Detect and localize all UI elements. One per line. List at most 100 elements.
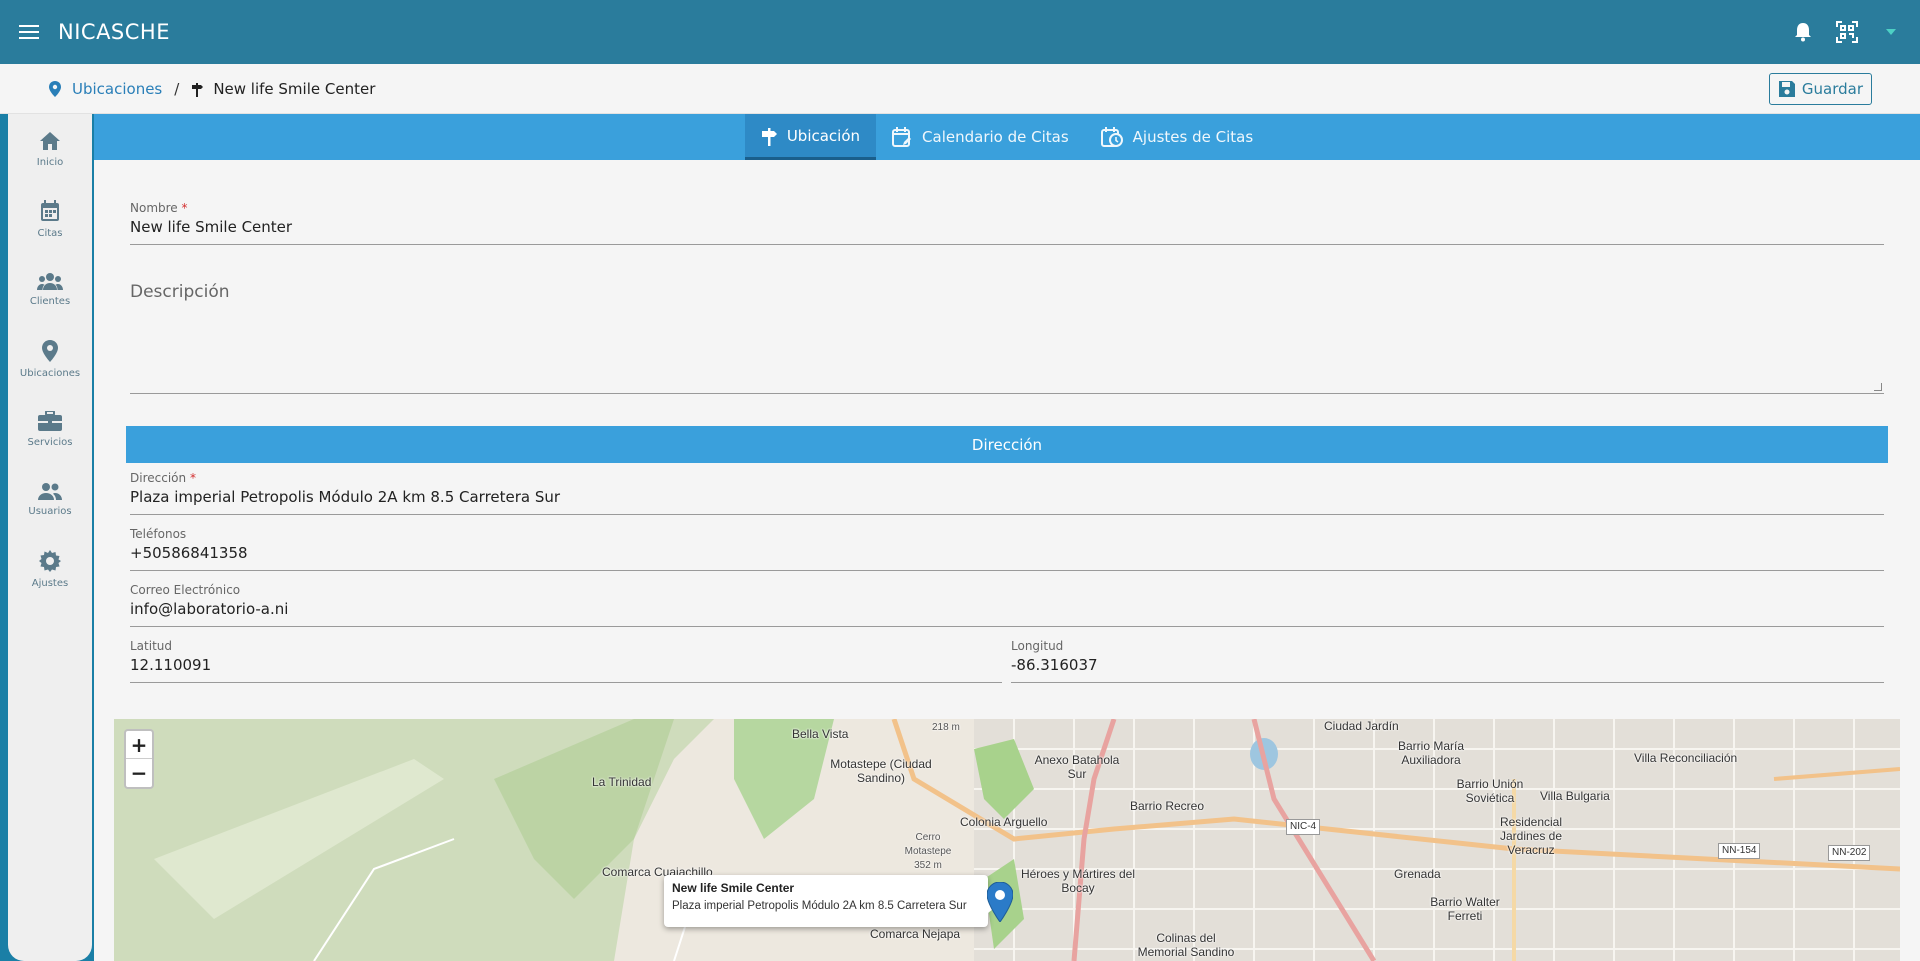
map-label: Héroes y Mártires del Bocay xyxy=(1020,867,1136,895)
breadcrumb-ubicaciones-link[interactable]: Ubicaciones xyxy=(48,80,162,98)
breadcrumb-parent-label: Ubicaciones xyxy=(72,79,163,98)
map-label: Barrio Walter Ferreti xyxy=(1430,895,1500,923)
sidebar-item-servicios[interactable]: Servicios xyxy=(8,394,92,464)
email-field-label: Correo Electrónico xyxy=(130,583,241,597)
tab-calendario-de-citas[interactable]: Calendario de Citas xyxy=(876,114,1085,160)
sidebar-item-label: Servicios xyxy=(27,436,73,448)
longitude-input[interactable]: -86.316037 xyxy=(1011,656,1884,674)
home-icon xyxy=(40,131,60,150)
name-input[interactable]: New life Smile Center xyxy=(130,218,1884,236)
sidebar-item-label: Ajustes xyxy=(31,577,69,589)
name-field[interactable]: Nombre * New life Smile Center xyxy=(130,201,1884,245)
phones-input[interactable]: +50586841358 xyxy=(130,544,1884,562)
tab-ajustes-de-citas[interactable]: Ajustes de Citas xyxy=(1085,114,1270,160)
breadcrumb-separator: / xyxy=(174,79,180,98)
email-input[interactable]: info@laboratorio-a.ni xyxy=(130,600,1884,618)
resize-handle-icon[interactable] xyxy=(1874,383,1882,391)
map-marker-pin-icon[interactable] xyxy=(986,881,1014,926)
map-label: Villa Reconciliación xyxy=(1634,751,1738,765)
sidebar-item-label: Clientes xyxy=(29,295,71,307)
users-icon xyxy=(38,482,62,500)
sidebar-item-label: Inicio xyxy=(36,156,64,168)
phones-field[interactable]: Teléfonos +50586841358 xyxy=(130,527,1884,571)
sidebar-item-label: Citas xyxy=(37,227,63,239)
briefcase-icon xyxy=(38,410,62,431)
breadcrumb-current-label: New life Smile Center xyxy=(213,79,376,98)
map-marker-popup: New life Smile Center Plaza imperial Pet… xyxy=(664,875,988,927)
required-mark: * xyxy=(181,201,188,215)
calendar-edit-icon xyxy=(892,127,912,147)
address-section-header: Dirección xyxy=(126,426,1888,463)
sidebar-item-inicio[interactable]: Inicio xyxy=(8,114,92,184)
tab-label: Ubicación xyxy=(786,126,861,145)
tab-label: Ajustes de Citas xyxy=(1132,128,1254,146)
email-field[interactable]: Correo Electrónico info@laboratorio-a.ni xyxy=(130,583,1884,627)
tab-ubicacion[interactable]: Ubicación xyxy=(744,114,877,160)
tab-label: Calendario de Citas xyxy=(922,128,1069,146)
gear-icon xyxy=(39,549,61,572)
save-button[interactable]: Guardar xyxy=(1768,73,1872,105)
top-app-bar: NICASCHE xyxy=(0,0,1920,64)
map-zoom-control: + − xyxy=(124,729,154,789)
notifications-bell-icon[interactable] xyxy=(1788,17,1818,47)
qr-code-icon[interactable] xyxy=(1832,17,1862,47)
road-shield: NIC-4 xyxy=(1286,819,1321,835)
address-input[interactable]: Plaza imperial Petropolis Módulo 2A km 8… xyxy=(130,488,1884,506)
signpost-icon xyxy=(761,127,777,146)
latitude-field[interactable]: Latitud 12.110091 xyxy=(130,639,1002,683)
address-label-text: Dirección xyxy=(130,471,187,485)
latitude-field-label: Latitud xyxy=(130,639,173,653)
sidebar-item-ajustes[interactable]: Ajustes xyxy=(8,534,92,604)
popup-address: Plaza imperial Petropolis Módulo 2A km 8… xyxy=(672,900,967,912)
sidebar-item-clientes[interactable]: Clientes xyxy=(8,254,92,324)
sidebar-item-label: Ubicaciones xyxy=(19,367,81,379)
map-label: Colonia Arguello xyxy=(960,815,1048,829)
description-placeholder: Descripción xyxy=(130,282,230,302)
calendar-clock-icon xyxy=(1100,127,1123,147)
map-label: Anexo Batahola Sur xyxy=(1034,753,1120,781)
map-label: 218 m xyxy=(932,722,960,733)
name-field-label: Nombre * xyxy=(130,201,1884,215)
address-field[interactable]: Dirección * Plaza imperial Petropolis Mó… xyxy=(130,471,1884,515)
app-title: NICASCHE xyxy=(58,20,170,44)
map-label: Barrio Recreo xyxy=(1130,799,1205,813)
map-label: Ciudad Jardín xyxy=(1324,719,1399,733)
group-icon xyxy=(37,272,63,290)
address-field-label: Dirección * xyxy=(130,471,1884,485)
map-label: Barrio Unión Soviética xyxy=(1456,777,1524,805)
description-textarea[interactable]: Descripción xyxy=(130,264,1884,394)
map-label: Barrio María Auxiliadora xyxy=(1397,739,1465,767)
calendar-icon xyxy=(41,199,59,221)
floppy-disk-icon xyxy=(1778,81,1795,97)
hamburger-menu-icon[interactable] xyxy=(14,17,44,47)
longitude-field[interactable]: Longitud -86.316037 xyxy=(1011,639,1884,683)
map-label: Residencial Jardines de Veracruz xyxy=(1499,815,1563,857)
tab-bar: Ubicación Calendario de Citas Ajustes de… xyxy=(94,114,1920,160)
road-shield: NN-154 xyxy=(1718,843,1761,859)
breadcrumb-bar: Ubicaciones / New life Smile Center Guar… xyxy=(0,64,1920,114)
map-label: Colinas del Memorial Sandino xyxy=(1137,931,1235,959)
sidebar-item-usuarios[interactable]: Usuarios xyxy=(8,464,92,534)
signpost-icon xyxy=(192,82,204,97)
map-label: Comarca Nejapa xyxy=(870,927,961,941)
sidebar-item-ubicaciones[interactable]: Ubicaciones xyxy=(8,324,92,394)
location-pin-icon xyxy=(42,339,58,362)
map-label: Bella Vista xyxy=(792,727,849,741)
account-dropdown-icon[interactable] xyxy=(1876,17,1906,47)
zoom-out-button[interactable]: − xyxy=(126,759,152,787)
sidebar-nav: Inicio Citas Clientes Ubicaciones Servic… xyxy=(8,114,92,961)
map-label: Cerro Motastepe 352 m xyxy=(904,832,952,871)
latitude-input[interactable]: 12.110091 xyxy=(130,656,1002,674)
save-button-label: Guardar xyxy=(1801,80,1863,98)
phones-field-label: Teléfonos xyxy=(130,527,187,541)
popup-title: New life Smile Center xyxy=(672,881,795,895)
zoom-in-button[interactable]: + xyxy=(126,731,152,759)
location-pin-icon xyxy=(49,80,61,97)
location-map[interactable]: Bella Vista La Trinidad Motastepe (Ciuda… xyxy=(114,719,1900,961)
map-label: Villa Bulgaria xyxy=(1540,789,1610,803)
breadcrumb-current: New life Smile Center xyxy=(191,80,375,98)
map-label: La Trinidad xyxy=(592,775,652,789)
name-label-text: Nombre xyxy=(130,201,178,215)
sidebar-item-label: Usuarios xyxy=(28,505,72,517)
sidebar-item-citas[interactable]: Citas xyxy=(8,184,92,254)
